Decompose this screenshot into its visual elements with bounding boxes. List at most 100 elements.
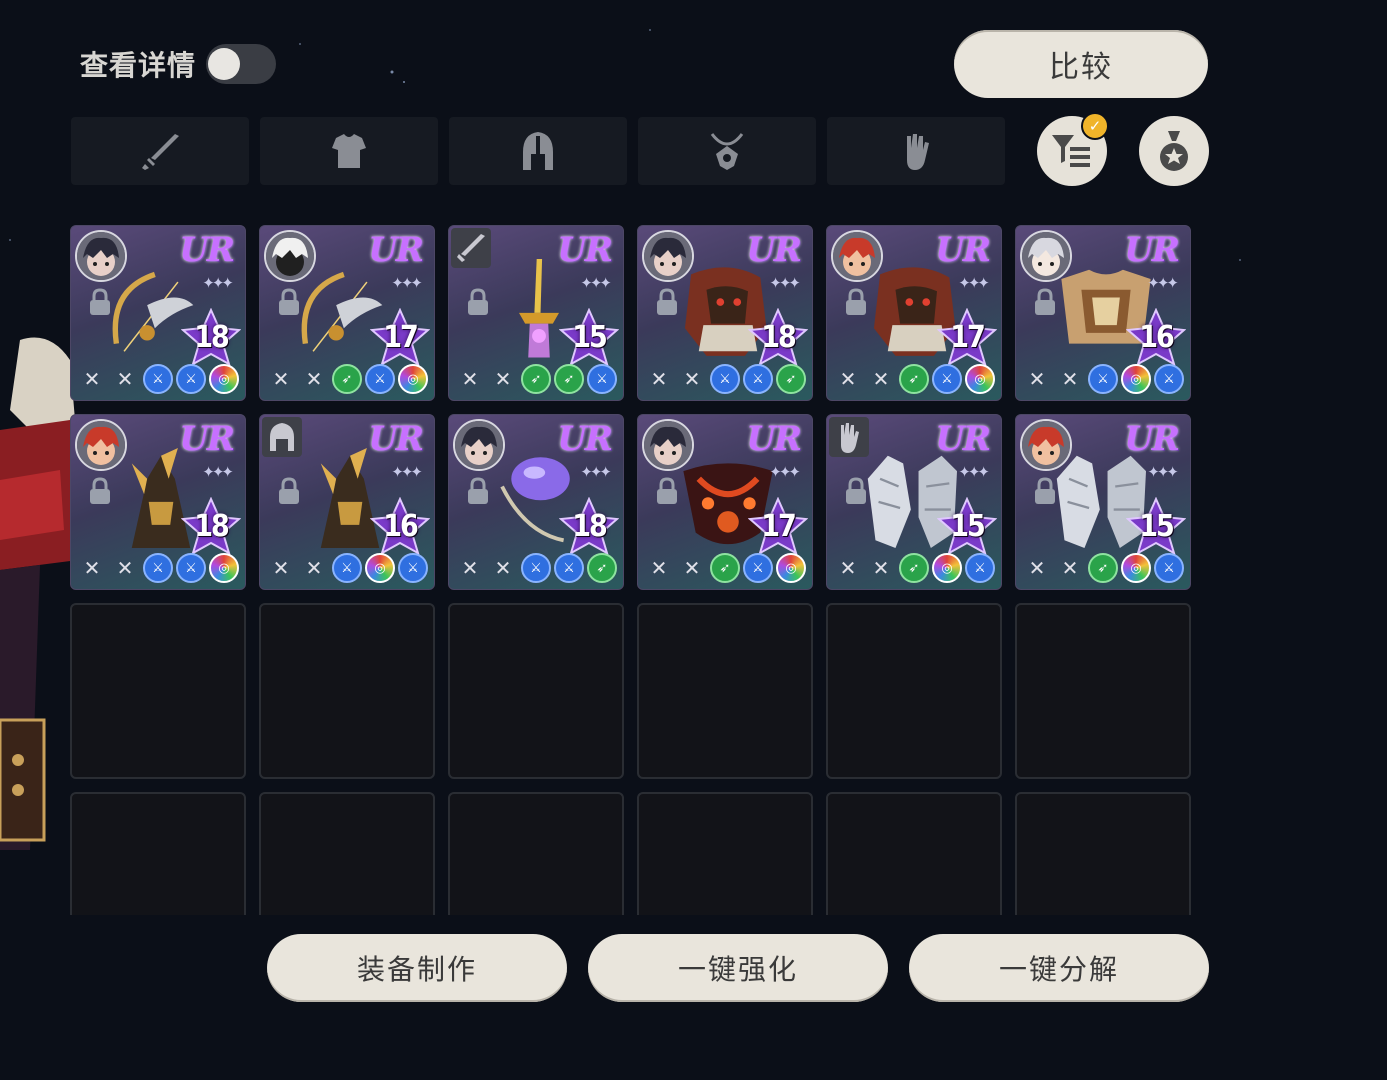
tab-gloves[interactable] [827, 117, 1005, 185]
rarity-badge: UR [557, 230, 613, 270]
substat-icon: ⚔ [143, 364, 173, 394]
view-details-label: 查看详情 [80, 49, 197, 82]
substat-icon: ⚔ [1154, 364, 1184, 394]
lock-icon[interactable] [1032, 477, 1058, 505]
star-rating: ✦✦✦ [1147, 463, 1179, 481]
owner-avatar [642, 419, 694, 471]
substat-row: ✕ ✕ ⚔ ⚔ ➶ [455, 553, 619, 583]
compare-button[interactable]: 比较 [954, 30, 1208, 98]
equipment-slot[interactable]: UR ✦✦✦ 18 ✕ ✕ ⚔ ⚔ ◎ [70, 225, 246, 401]
substat-icon: ✕ [494, 367, 512, 391]
empty-equipment-slot[interactable] [70, 603, 246, 779]
rarity-badge: UR [1124, 419, 1180, 459]
substat-icon: ⚔ [398, 553, 428, 583]
substat-icon: ✕ [1061, 367, 1079, 391]
substat-icon: ⚔ [176, 364, 206, 394]
one-click-enhance-button[interactable]: 一键强化 [588, 934, 888, 1002]
empty-equipment-slot[interactable] [637, 792, 813, 915]
lock-icon[interactable] [276, 288, 302, 316]
equipment-slot[interactable]: UR ✦✦✦ 16 ✕ ✕ ⚔ ◎ ⚔ [259, 414, 435, 590]
equipment-slot[interactable]: UR ✦✦✦ 17 ✕ ✕ ➶ ⚔ ◎ [259, 225, 435, 401]
star-rating: ✦✦✦ [202, 274, 234, 292]
equipment-slot[interactable]: UR ✦✦✦ 15 ✕ ✕ ➶ ◎ ⚔ [1015, 414, 1191, 590]
substat-icon: ✕ [839, 367, 857, 391]
equipment-slot[interactable]: UR ✦✦✦ 18 ✕ ✕ ⚔ ⚔ ➶ [448, 414, 624, 590]
lock-icon[interactable] [654, 288, 680, 316]
star-rating: ✦✦✦ [202, 463, 234, 481]
substat-icon: ➶ [332, 364, 362, 394]
substat-icon: ⚔ [932, 364, 962, 394]
substat-icon: ➶ [710, 553, 740, 583]
empty-equipment-slot[interactable] [70, 792, 246, 915]
substat-icon: ◎ [398, 364, 428, 394]
lock-icon[interactable] [87, 477, 113, 505]
lock-icon[interactable] [87, 288, 113, 316]
tab-necklace[interactable] [638, 117, 816, 185]
substat-icon: ✕ [116, 556, 134, 580]
star-rating: ✦✦✦ [958, 463, 990, 481]
empty-equipment-slot[interactable] [826, 603, 1002, 779]
rarity-badge: UR [368, 419, 424, 459]
substat-row: ✕ ✕ ➶ ◎ ⚔ [833, 553, 997, 583]
star-rating: ✦✦✦ [1147, 274, 1179, 292]
filter-active-check-icon: ✓ [1081, 112, 1109, 140]
equipment-slot[interactable]: UR ✦✦✦ 18 ✕ ✕ ⚔ ⚔ ➶ [637, 225, 813, 401]
empty-equipment-slot[interactable] [448, 603, 624, 779]
substat-icon: ✕ [872, 556, 890, 580]
enhance-level: 17 [383, 320, 419, 355]
equipment-slot[interactable]: UR ✦✦✦ 15 ✕ ✕ ➶ ◎ ⚔ [826, 414, 1002, 590]
tab-armor[interactable] [260, 117, 438, 185]
lock-icon[interactable] [654, 477, 680, 505]
substat-icon: ✕ [272, 556, 290, 580]
equipment-slot[interactable]: UR ✦✦✦ 18 ✕ ✕ ⚔ ⚔ ◎ [70, 414, 246, 590]
empty-equipment-slot[interactable] [637, 603, 813, 779]
enhance-level: 18 [572, 509, 608, 544]
lock-icon[interactable] [843, 477, 869, 505]
enhance-level: 16 [383, 509, 419, 544]
lock-icon[interactable] [843, 288, 869, 316]
substat-icon: ➶ [899, 364, 929, 394]
filter-button[interactable]: ✓ [1037, 112, 1109, 186]
substat-icon: ✕ [1028, 556, 1046, 580]
empty-equipment-slot[interactable] [826, 792, 1002, 915]
lock-icon[interactable] [465, 288, 491, 316]
equipment-slot[interactable]: UR ✦✦✦ 17 ✕ ✕ ➶ ⚔ ◎ [826, 225, 1002, 401]
necklace-icon [710, 133, 744, 170]
substat-icon: ✕ [305, 367, 323, 391]
substat-icon: ◎ [365, 553, 395, 583]
substat-icon: ✕ [683, 556, 701, 580]
equipment-slot[interactable]: UR ✦✦✦ 16 ✕ ✕ ⚔ ◎ ⚔ [1015, 225, 1191, 401]
star-rating: ✦✦✦ [391, 274, 423, 292]
substat-icon: ➶ [899, 553, 929, 583]
empty-equipment-slot[interactable] [259, 792, 435, 915]
view-details-toggle[interactable] [206, 44, 276, 84]
substat-row: ✕ ✕ ➶ ➶ ⚔ [455, 364, 619, 394]
substat-icon: ➶ [776, 364, 806, 394]
tab-weapon[interactable] [71, 117, 249, 185]
equipment-slot[interactable]: UR ✦✦✦ 17 ✕ ✕ ➶ ⚔ ◎ [637, 414, 813, 590]
substat-row: ✕ ✕ ⚔ ⚔ ◎ [77, 553, 241, 583]
substat-icon: ✕ [494, 556, 512, 580]
craft-equipment-button[interactable]: 装备制作 [267, 934, 567, 1002]
star-rating: ✦✦✦ [580, 463, 612, 481]
substat-icon: ✕ [461, 556, 479, 580]
substat-row: ✕ ✕ ⚔ ⚔ ➶ [644, 364, 808, 394]
substat-icon: ✕ [83, 556, 101, 580]
equipment-slot[interactable]: UR ✦✦✦ 15 ✕ ✕ ➶ ➶ ⚔ [448, 225, 624, 401]
empty-equipment-slot[interactable] [259, 603, 435, 779]
lock-icon[interactable] [465, 477, 491, 505]
empty-equipment-slot[interactable] [1015, 603, 1191, 779]
medal-button[interactable] [1139, 116, 1209, 186]
enhance-level: 15 [572, 320, 608, 355]
substat-icon: ⚔ [332, 553, 362, 583]
empty-equipment-slot[interactable] [448, 792, 624, 915]
enhance-level: 18 [194, 509, 230, 544]
tab-helmet[interactable] [449, 117, 627, 185]
one-click-dismantle-button[interactable]: 一键分解 [909, 934, 1209, 1002]
star-rating: ✦✦✦ [391, 463, 423, 481]
substat-icon: ➶ [1088, 553, 1118, 583]
empty-equipment-slot[interactable] [1015, 792, 1191, 915]
lock-icon[interactable] [1032, 288, 1058, 316]
owner-avatar [831, 230, 883, 282]
lock-icon[interactable] [276, 477, 302, 505]
